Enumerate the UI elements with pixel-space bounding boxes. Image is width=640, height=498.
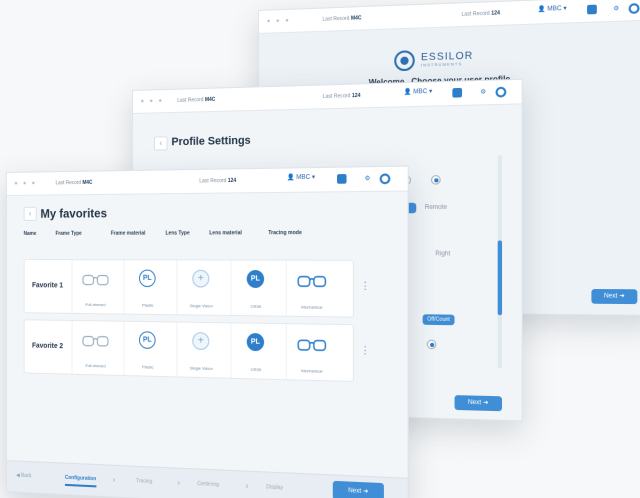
scrollbar[interactable] <box>497 155 503 369</box>
window-dots: ● ● ● <box>14 180 37 187</box>
page-title: My favorites <box>40 206 108 221</box>
notes-icon[interactable] <box>452 87 463 98</box>
more-options-icon[interactable]: ⋮ <box>360 280 370 292</box>
favorite-name: Favorite 1 <box>32 282 64 290</box>
page-title: Profile Settings <box>171 134 251 149</box>
favorite-row[interactable]: Favorite 1 Full-rimmed PL Plastic + Sing… <box>23 259 370 318</box>
column-header[interactable]: Frame Type <box>55 231 110 237</box>
brand-logo: ESSILOR INSTRUMENTS <box>394 48 473 72</box>
frame-material-label: Plastic <box>142 302 154 308</box>
window-dots: ● ● ● <box>266 17 291 25</box>
step-display[interactable]: Display <box>266 484 283 491</box>
lens-type-label: Single Vision <box>189 302 213 309</box>
power-icon[interactable] <box>495 86 507 98</box>
step-configuration[interactable]: Configuration <box>64 474 97 488</box>
toggle-button[interactable]: Off/Count <box>422 314 455 326</box>
power-icon[interactable] <box>628 3 640 15</box>
tracing-mode-cell: Mechanical <box>285 324 338 381</box>
user-menu[interactable]: 👤 MBC ▾ <box>538 5 567 13</box>
full-rim-glasses-icon <box>82 273 109 287</box>
column-header[interactable]: Tracing mode <box>268 230 328 236</box>
window-dots: ● ● ● <box>140 98 164 105</box>
table-header: Name Frame Type Frame material Lens Type… <box>24 230 384 237</box>
title-bar: ● ● ● Last Record M4C Last Record 124 👤 … <box>258 0 640 34</box>
favorites-screen: ● ● ● Last Record M4C Last Record 124 👤 … <box>6 165 409 498</box>
title-bar: ● ● ● Last Record M4C Last Record 124 👤 … <box>6 166 408 196</box>
favorite-row[interactable]: Favorite 2 Full-rimmed PL Plastic + Sing… <box>23 319 370 383</box>
title-bar: ● ● ● Last Record M4C Last Record 124 👤 … <box>132 79 522 114</box>
back-button[interactable]: ‹ <box>154 136 168 151</box>
radio-option-selected[interactable] <box>431 175 441 185</box>
step-centering[interactable]: Centering <box>197 481 219 488</box>
station-tag: Last Record 124 <box>199 177 237 185</box>
wizard-footer: ◀ Back Configuration › Tracing › Centeri… <box>6 460 408 498</box>
option-label[interactable]: Right <box>435 251 450 257</box>
settings-icon[interactable]: ⚙ <box>480 88 486 96</box>
column-header[interactable]: Name <box>24 231 56 237</box>
lens-material-cell: PL CR39 <box>230 260 281 316</box>
mechanical-glasses-icon <box>297 274 326 289</box>
settings-icon[interactable]: ⚙ <box>365 175 371 183</box>
tracing-mode-label: Mechanical <box>301 367 323 374</box>
frame-type-label: Full-rimmed <box>85 301 106 308</box>
plastic-badge-icon: PL <box>138 269 156 288</box>
column-header[interactable]: Frame material <box>111 230 166 236</box>
marketing-scene: ● ● ● Last Record M4C Last Record 124 👤 … <box>0 0 640 498</box>
column-header[interactable]: Lens Type <box>165 230 209 236</box>
single-vision-plus-icon: + <box>192 332 210 351</box>
notes-icon[interactable] <box>587 4 597 15</box>
login-tag: Last Record M4C <box>322 15 362 23</box>
chevron-right-icon: › <box>245 481 249 491</box>
brand-mark-icon <box>394 50 415 72</box>
notes-icon[interactable] <box>337 174 347 184</box>
more-options-icon[interactable]: ⋮ <box>360 345 370 357</box>
scroll-thumb[interactable] <box>497 240 503 316</box>
lens-material-label: CR39 <box>250 303 262 310</box>
column-header[interactable]: Lens material <box>209 230 268 236</box>
frame-material-label: Plastic <box>142 364 154 370</box>
next-button[interactable]: Next ➜ <box>591 288 638 305</box>
favorite-name: Favorite 2 <box>32 342 64 351</box>
single-vision-plus-icon: + <box>192 269 210 288</box>
next-button[interactable]: Next ➜ <box>332 480 384 498</box>
power-icon[interactable] <box>379 173 391 185</box>
frame-material-cell: PL Plastic <box>123 321 172 377</box>
lens-type-cell: + Single Vision <box>176 260 226 315</box>
user-menu[interactable]: 👤 MBC ▾ <box>404 88 433 96</box>
full-rim-glasses-icon <box>82 334 109 349</box>
user-menu[interactable]: 👤 MBC ▾ <box>287 173 315 181</box>
radio-option-selected[interactable] <box>426 339 437 350</box>
login-tag: Last Record M4C <box>177 96 216 104</box>
frame-type-label: Full-rimmed <box>85 362 106 369</box>
station-tag: Last Record 124 <box>461 10 501 18</box>
frame-type-cell: Full-rimmed <box>71 320 119 375</box>
plastic-badge-icon: PL <box>138 331 156 350</box>
frame-type-cell: Full-rimmed <box>71 260 119 314</box>
next-button[interactable]: Next ➜ <box>454 395 503 412</box>
lens-material-badge-icon: PL <box>246 270 265 288</box>
step-tracing[interactable]: Tracing <box>136 478 152 485</box>
back-step-button[interactable]: ◀ Back <box>16 472 31 479</box>
chevron-right-icon: › <box>177 477 181 488</box>
login-tag: Last Record M4C <box>55 179 93 187</box>
lens-material-cell: PL CR39 <box>230 323 281 380</box>
lens-material-badge-icon: PL <box>246 333 265 352</box>
tracing-mode-label: Mechanical <box>301 304 323 310</box>
settings-icon[interactable]: ⚙ <box>613 5 619 13</box>
tracing-mode-cell: Mechanical <box>285 260 338 317</box>
chevron-right-icon: › <box>112 474 116 485</box>
frame-material-cell: PL Plastic <box>123 260 172 315</box>
station-tag: Last Record 124 <box>322 92 361 101</box>
mechanical-glasses-icon <box>297 338 326 353</box>
back-button[interactable]: ‹ <box>23 206 37 221</box>
option-label[interactable]: Remote <box>425 205 447 211</box>
lens-type-label: Single Vision <box>189 365 213 372</box>
lens-type-cell: + Single Vision <box>176 322 226 378</box>
lens-material-label: CR39 <box>250 366 262 373</box>
